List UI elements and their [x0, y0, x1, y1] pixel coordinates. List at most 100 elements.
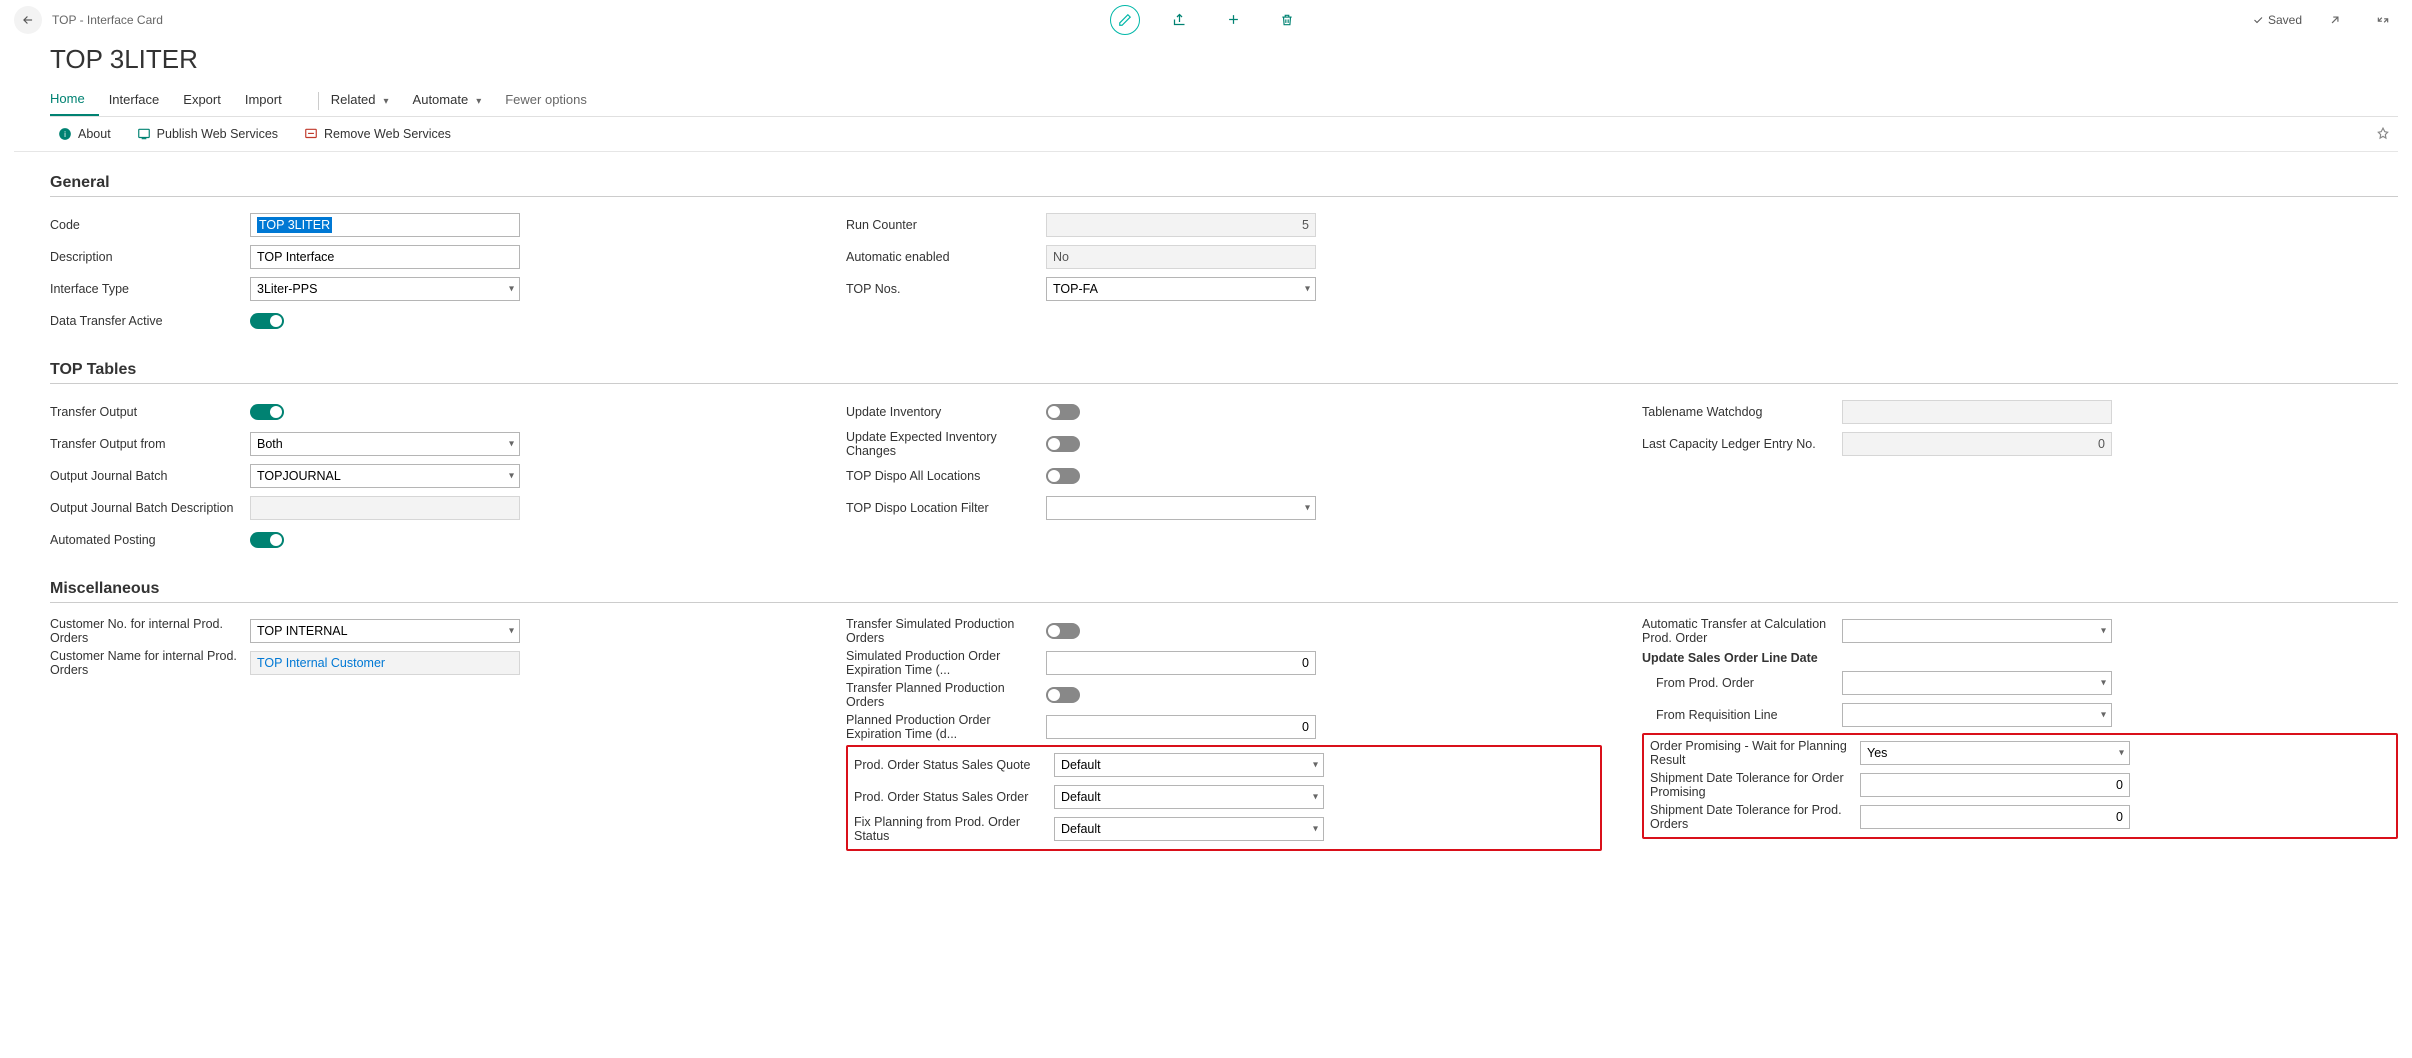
transfer-output-from-label: Transfer Output from — [50, 437, 250, 451]
collapse-icon — [2376, 13, 2390, 27]
from-prod-order-label: From Prod. Order — [1642, 676, 1842, 690]
transfer-output-from-select[interactable] — [250, 432, 520, 456]
publish-icon — [137, 127, 151, 141]
share-button[interactable] — [1164, 5, 1194, 35]
share-icon — [1172, 12, 1187, 27]
menu-separator — [318, 92, 319, 110]
delete-button[interactable] — [1272, 5, 1302, 35]
top-dispo-all-loc-label: TOP Dispo All Locations — [846, 469, 1046, 483]
code-label: Code — [50, 218, 250, 232]
auto-transfer-calc-select[interactable] — [1842, 619, 2112, 643]
po-status-sales-quote-select[interactable] — [1054, 753, 1324, 777]
cust-name-link[interactable]: TOP Internal Customer — [250, 651, 520, 675]
top-nos-label: TOP Nos. — [846, 282, 1046, 296]
pencil-icon — [1118, 13, 1132, 27]
output-journal-batch-select[interactable] — [250, 464, 520, 488]
top-dispo-loc-filter-label: TOP Dispo Location Filter — [846, 501, 1046, 515]
tab-related[interactable]: Related — [331, 86, 403, 115]
transfer-output-toggle[interactable] — [250, 404, 284, 420]
output-journal-batch-desc-value — [250, 496, 520, 520]
plus-icon — [1226, 12, 1241, 27]
tab-export[interactable]: Export — [183, 86, 235, 115]
tab-home[interactable]: Home — [50, 85, 99, 116]
automated-posting-toggle[interactable] — [250, 532, 284, 548]
top-dispo-all-loc-toggle[interactable] — [1046, 468, 1080, 484]
chevron-down-icon — [472, 92, 481, 107]
sim-po-exp-input[interactable] — [1046, 651, 1316, 675]
update-sol-date-header: Update Sales Order Line Date — [1642, 651, 2398, 665]
arrow-left-icon — [21, 13, 35, 27]
top-nos-select[interactable] — [1046, 277, 1316, 301]
tablename-watchdog-value — [1842, 400, 2112, 424]
planned-po-exp-label: Planned Production Order Expiration Time… — [846, 713, 1046, 741]
sim-po-exp-label: Simulated Production Order Expiration Ti… — [846, 649, 1046, 677]
section-top-tables[interactable]: TOP Tables — [50, 361, 2398, 384]
cust-no-label: Customer No. for internal Prod. Orders — [50, 617, 250, 645]
po-status-sales-order-label: Prod. Order Status Sales Order — [854, 790, 1054, 804]
section-general[interactable]: General — [50, 174, 2398, 197]
remove-icon — [304, 127, 318, 141]
remove-webservices-action[interactable]: Remove Web Services — [304, 127, 451, 141]
popout-icon — [2328, 13, 2342, 27]
data-transfer-active-label: Data Transfer Active — [50, 314, 250, 328]
data-transfer-active-toggle[interactable] — [250, 313, 284, 329]
about-action[interactable]: i About — [58, 127, 111, 141]
popout-button[interactable] — [2320, 5, 2350, 35]
last-cap-ledger-value: 0 — [1842, 432, 2112, 456]
tablename-watchdog-label: Tablename Watchdog — [1642, 405, 1842, 419]
pin-icon — [2376, 127, 2390, 141]
new-button[interactable] — [1218, 5, 1248, 35]
fix-planning-label: Fix Planning from Prod. Order Status — [854, 815, 1054, 843]
collapse-button[interactable] — [2368, 5, 2398, 35]
ship-tol-po-input[interactable] — [1860, 805, 2130, 829]
tab-interface[interactable]: Interface — [109, 86, 174, 115]
update-expected-inv-toggle[interactable] — [1046, 436, 1080, 452]
po-status-sales-quote-label: Prod. Order Status Sales Quote — [854, 758, 1054, 772]
ship-tol-op-input[interactable] — [1860, 773, 2130, 797]
from-req-line-label: From Requisition Line — [1642, 708, 1842, 722]
output-journal-batch-desc-label: Output Journal Batch Description — [50, 501, 250, 515]
from-req-line-select[interactable] — [1842, 703, 2112, 727]
info-icon: i — [58, 127, 72, 141]
transfer-planned-po-toggle[interactable] — [1046, 687, 1080, 703]
automatic-enabled-label: Automatic enabled — [846, 250, 1046, 264]
description-label: Description — [50, 250, 250, 264]
update-inventory-toggle[interactable] — [1046, 404, 1080, 420]
transfer-planned-po-label: Transfer Planned Production Orders — [846, 681, 1046, 709]
description-input[interactable] — [250, 245, 520, 269]
fewer-options[interactable]: Fewer options — [505, 86, 601, 115]
run-counter-label: Run Counter — [846, 218, 1046, 232]
update-inventory-label: Update Inventory — [846, 405, 1046, 419]
order-promising-label: Order Promising - Wait for Planning Resu… — [1650, 739, 1860, 767]
interface-type-select[interactable] — [250, 277, 520, 301]
po-status-sales-order-select[interactable] — [1054, 785, 1324, 809]
publish-webservices-action[interactable]: Publish Web Services — [137, 127, 278, 141]
check-icon — [2252, 14, 2264, 26]
auto-transfer-calc-label: Automatic Transfer at Calculation Prod. … — [1642, 617, 1842, 645]
interface-type-label: Interface Type — [50, 282, 250, 296]
fix-planning-select[interactable] — [1054, 817, 1324, 841]
run-counter-value: 5 — [1046, 213, 1316, 237]
saved-indicator: Saved — [2252, 13, 2302, 27]
planned-po-exp-input[interactable] — [1046, 715, 1316, 739]
edit-button[interactable] — [1110, 5, 1140, 35]
code-input[interactable]: TOP 3LITER — [250, 213, 520, 237]
cust-no-select[interactable] — [250, 619, 520, 643]
from-prod-order-select[interactable] — [1842, 671, 2112, 695]
breadcrumb: TOP - Interface Card — [52, 13, 163, 27]
chevron-down-icon — [380, 92, 389, 107]
tab-automate[interactable]: Automate — [413, 86, 496, 115]
svg-text:i: i — [64, 130, 66, 139]
back-button[interactable] — [14, 6, 42, 34]
tab-import[interactable]: Import — [245, 86, 296, 115]
automated-posting-label: Automated Posting — [50, 533, 250, 547]
order-promising-select[interactable] — [1860, 741, 2130, 765]
transfer-sim-po-toggle[interactable] — [1046, 623, 1080, 639]
section-misc[interactable]: Miscellaneous — [50, 580, 2398, 603]
page-title: TOP 3LITER — [50, 44, 2398, 75]
pin-button[interactable] — [2376, 127, 2390, 141]
top-dispo-loc-filter-select[interactable] — [1046, 496, 1316, 520]
output-journal-batch-label: Output Journal Batch — [50, 469, 250, 483]
last-cap-ledger-label: Last Capacity Ledger Entry No. — [1642, 437, 1842, 451]
trash-icon — [1280, 13, 1294, 27]
